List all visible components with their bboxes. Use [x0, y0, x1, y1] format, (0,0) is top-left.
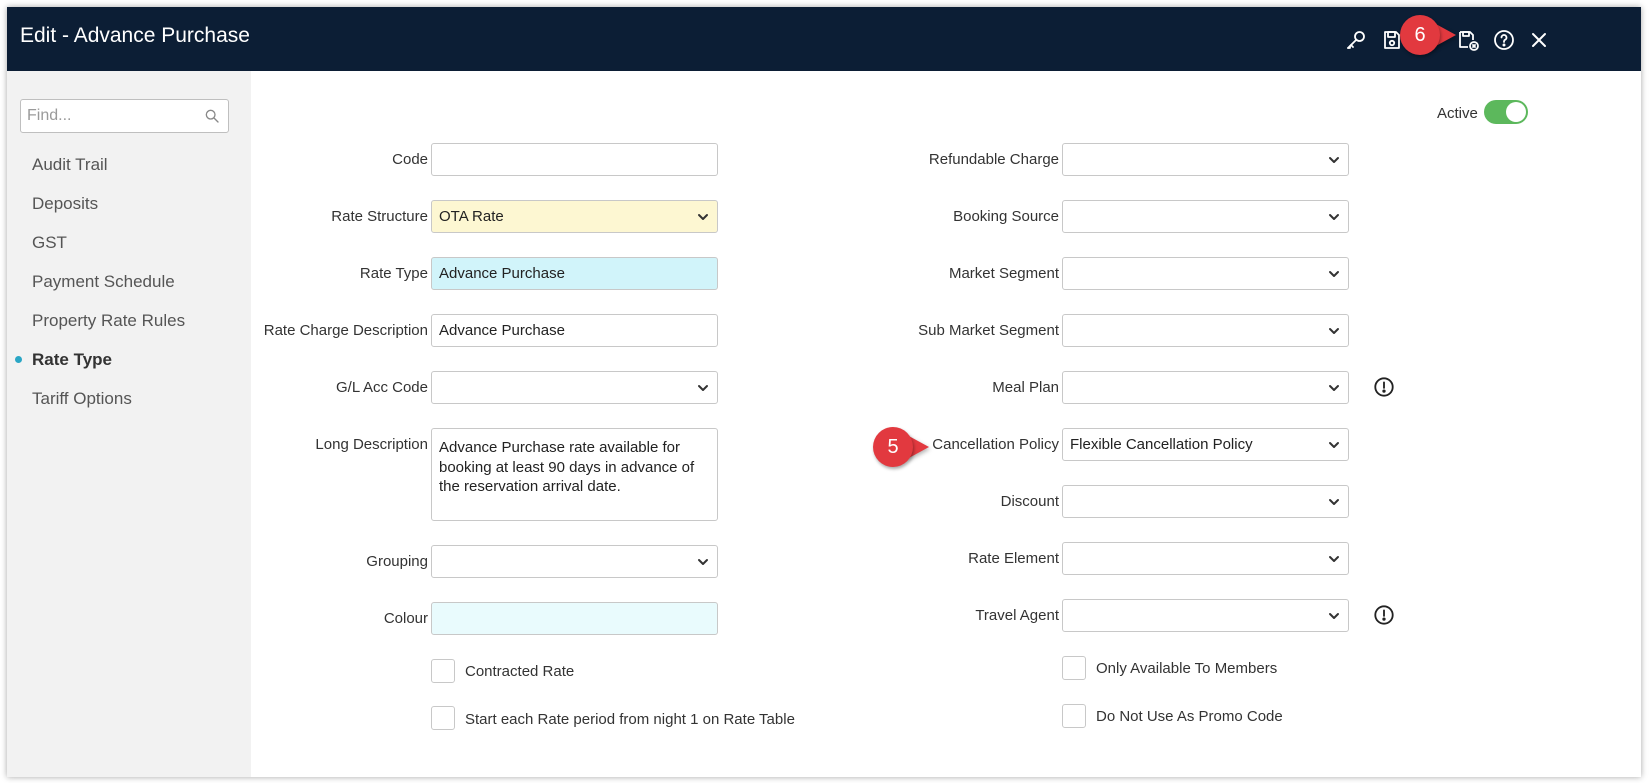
- refundable-charge-select[interactable]: [1062, 143, 1349, 176]
- discount-label: Discount: [1000, 493, 1059, 510]
- long-description-label: Long Description: [315, 436, 428, 453]
- do-not-use-as-promo-code-label: Do Not Use As Promo Code: [1096, 708, 1283, 725]
- code-label: Code: [392, 151, 428, 168]
- travel-agent-label: Travel Agent: [975, 607, 1059, 624]
- sidebar-item-audit-trail[interactable]: Audit Trail: [7, 145, 251, 184]
- sidebar-item-payment-schedule[interactable]: Payment Schedule: [7, 262, 251, 301]
- sidebar-nav: Audit Trail Deposits GST Payment Schedul…: [7, 145, 251, 418]
- sidebar-item-label: GST: [32, 232, 67, 252]
- save-close-icon[interactable]: [1453, 25, 1483, 55]
- find-box: [20, 99, 229, 133]
- long-description-textarea[interactable]: Advance Purchase rate available for book…: [431, 428, 718, 521]
- chevron-down-icon: [698, 559, 708, 565]
- cancellation-policy-label: Cancellation Policy: [932, 436, 1059, 453]
- contracted-rate-label: Contracted Rate: [465, 663, 575, 680]
- do-not-use-as-promo-code-checkbox[interactable]: [1062, 704, 1086, 728]
- chevron-down-icon: [1329, 613, 1339, 619]
- contracted-rate-checkbox[interactable]: [431, 659, 455, 683]
- travel-agent-select[interactable]: [1062, 599, 1349, 632]
- chevron-down-icon: [698, 385, 708, 391]
- gl-acc-code-select[interactable]: [431, 371, 718, 404]
- close-icon[interactable]: [1524, 25, 1554, 55]
- meal-plan-label: Meal Plan: [992, 379, 1059, 396]
- chevron-down-icon: [1329, 556, 1339, 562]
- booking-source-label: Booking Source: [953, 208, 1059, 225]
- sidebar-item-label: Deposits: [32, 193, 99, 213]
- key-icon[interactable]: [1341, 25, 1371, 55]
- sidebar-item-property-rate-rules[interactable]: Property Rate Rules: [7, 301, 251, 340]
- refundable-charge-label: Refundable Charge: [928, 151, 1059, 168]
- only-available-to-members-checkbox[interactable]: [1062, 656, 1086, 680]
- sidebar-item-label: Rate Type: [32, 349, 112, 369]
- code-input[interactable]: [431, 143, 718, 176]
- market-segment-label: Market Segment: [948, 265, 1059, 282]
- rate-charge-description-label: Rate Charge Description: [263, 322, 428, 339]
- rate-element-select[interactable]: [1062, 542, 1349, 575]
- discount-select[interactable]: [1062, 485, 1349, 518]
- rate-type-label: Rate Type: [359, 265, 428, 282]
- edit-window: Edit - Advance Purchase 6 Audit Trail: [7, 7, 1641, 777]
- meal-plan-select[interactable]: [1062, 371, 1349, 404]
- active-indicator-dot: [15, 356, 22, 363]
- colour-input[interactable]: [431, 602, 718, 635]
- active-toggle[interactable]: [1484, 100, 1528, 124]
- sidebar-item-tariff-options[interactable]: Tariff Options: [7, 379, 251, 418]
- only-available-to-members-label: Only Available To Members: [1096, 660, 1278, 677]
- rate-structure-select[interactable]: OTA Rate: [431, 200, 718, 233]
- sidebar-item-label: Tariff Options: [32, 388, 132, 408]
- cancellation-policy-select[interactable]: Flexible Cancellation Policy: [1062, 428, 1349, 461]
- sidebar-item-gst[interactable]: GST: [7, 223, 251, 262]
- sidebar-item-label: Audit Trail: [32, 154, 108, 174]
- chevron-down-icon: [1329, 442, 1339, 448]
- travel-agent-info-icon[interactable]: [1373, 604, 1395, 626]
- title-bar: Edit - Advance Purchase 6: [7, 7, 1641, 71]
- step-6-number: 6: [1400, 15, 1440, 55]
- sidebar-item-deposits[interactable]: Deposits: [7, 184, 251, 223]
- chevron-down-icon: [698, 214, 708, 220]
- start-each-rate-period-checkbox[interactable]: [431, 706, 455, 730]
- help-icon[interactable]: [1489, 25, 1519, 55]
- cancellation-policy-value: Flexible Cancellation Policy: [1070, 436, 1253, 453]
- meal-plan-info-icon[interactable]: [1373, 376, 1395, 398]
- toggle-knob: [1506, 102, 1526, 122]
- sidebar-item-label: Property Rate Rules: [32, 310, 186, 330]
- colour-label: Colour: [383, 610, 428, 627]
- rate-element-label: Rate Element: [968, 550, 1059, 567]
- find-input[interactable]: [27, 106, 187, 126]
- step-6-callout: 6: [1400, 15, 1456, 55]
- rate-structure-label: Rate Structure: [331, 208, 428, 225]
- rate-structure-value: OTA Rate: [439, 208, 504, 225]
- search-icon[interactable]: [204, 108, 220, 124]
- chevron-down-icon: [1329, 214, 1339, 220]
- chevron-down-icon: [1329, 328, 1339, 334]
- main-form: Active Code Rate Structure OTA Rate Rate…: [251, 71, 1641, 777]
- gl-acc-code-label: G/L Acc Code: [336, 379, 428, 396]
- sidebar-item-label: Payment Schedule: [32, 271, 175, 291]
- step-5-number: 5: [873, 427, 913, 467]
- chevron-down-icon: [1329, 385, 1339, 391]
- rate-type-input[interactable]: Advance Purchase: [431, 257, 718, 290]
- active-label: Active: [1437, 105, 1478, 122]
- market-segment-select[interactable]: [1062, 257, 1349, 290]
- grouping-select[interactable]: [431, 545, 718, 578]
- booking-source-select[interactable]: [1062, 200, 1349, 233]
- rate-charge-description-input[interactable]: Advance Purchase: [431, 314, 718, 347]
- chevron-down-icon: [1329, 157, 1339, 163]
- step-5-callout: 5: [873, 427, 929, 467]
- grouping-label: Grouping: [366, 553, 428, 570]
- sidebar: Audit Trail Deposits GST Payment Schedul…: [7, 71, 251, 777]
- window-title: Edit - Advance Purchase: [20, 24, 250, 47]
- start-each-rate-period-label: Start each Rate period from night 1 on R…: [465, 711, 795, 728]
- sub-market-segment-label: Sub Market Segment: [918, 322, 1059, 339]
- chevron-down-icon: [1329, 499, 1339, 505]
- chevron-down-icon: [1329, 271, 1339, 277]
- sub-market-segment-select[interactable]: [1062, 314, 1349, 347]
- sidebar-item-rate-type[interactable]: Rate Type: [7, 340, 251, 379]
